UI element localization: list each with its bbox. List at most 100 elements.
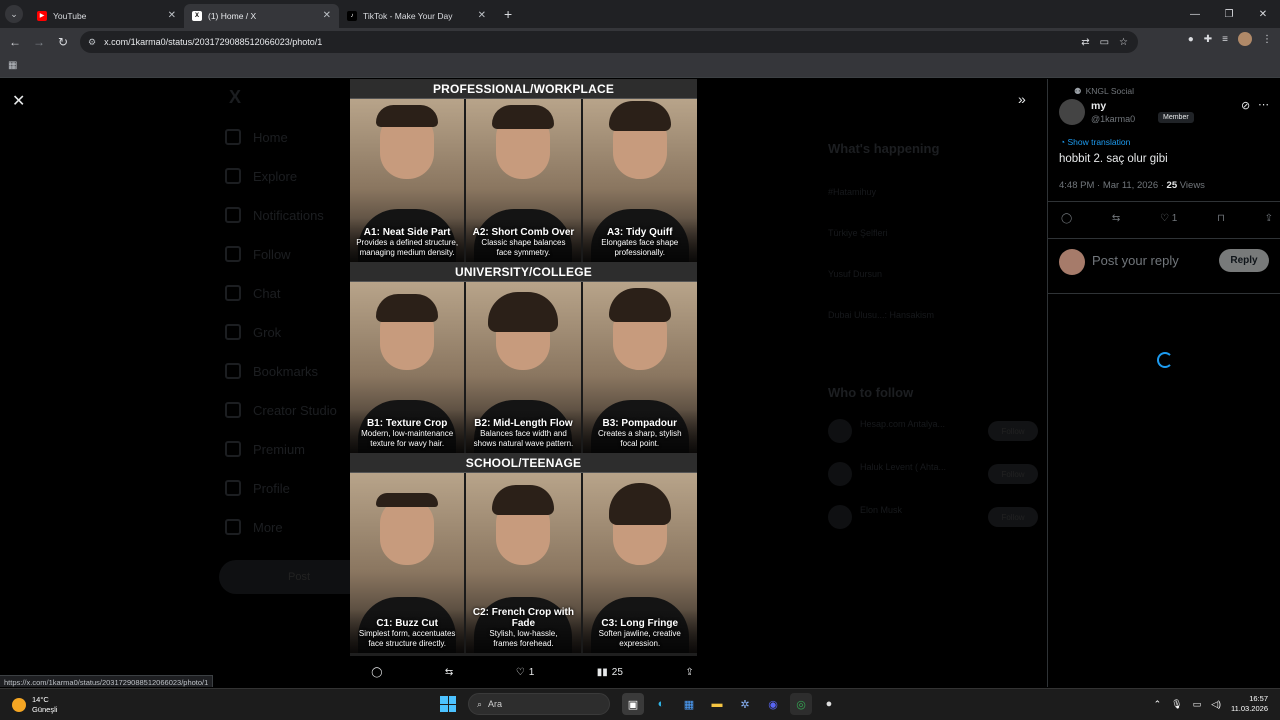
community-name: KNGL Social: [1085, 86, 1134, 96]
profile-avatar[interactable]: [1238, 32, 1252, 46]
reply-button[interactable]: Reply: [1219, 249, 1269, 272]
forward-icon[interactable]: →: [27, 35, 51, 49]
clock-date: 11.03.2026: [1231, 704, 1268, 713]
chrome-icon[interactable]: ◎: [790, 693, 812, 715]
settings-icon[interactable]: ✲: [734, 693, 756, 715]
trend-item: Yusuf Dursun: [828, 269, 883, 279]
extension-icon[interactable]: ●: [1188, 34, 1194, 45]
file-explorer-icon[interactable]: ▬: [706, 693, 728, 715]
tab-tiktok[interactable]: ♪ TikTok - Make Your Day ✕: [339, 4, 494, 28]
style-cell-a3: A3: Tidy Quiff Elongates face shape profes…: [582, 99, 697, 262]
task-view-icon[interactable]: ▣: [622, 693, 644, 715]
suggestion-name: Hesap.com Antalya...: [860, 419, 946, 429]
nav-bookmarks: Bookmarks: [225, 363, 318, 379]
app-icon[interactable]: ●: [818, 693, 840, 715]
loading-spinner-icon: [1157, 352, 1173, 368]
minimize-icon[interactable]: —: [1178, 0, 1212, 28]
style-desc: professionally.: [614, 248, 666, 257]
link-status-bar: https://x.com/1karma0/status/20317290885…: [0, 675, 214, 687]
discord-icon[interactable]: ◉: [762, 693, 784, 715]
nav-label: Grok: [253, 324, 282, 340]
microphone-icon[interactable]: 🎙: [1171, 699, 1182, 710]
post-views: 25: [1166, 180, 1178, 191]
store-icon[interactable]: ▦: [678, 693, 700, 715]
style-cell-a1: A1: Neat Side Part Provides a defined str…: [350, 99, 465, 262]
views-button[interactable]: ▮▮ 25: [597, 667, 623, 678]
chevron-up-icon[interactable]: ⌃: [1154, 699, 1162, 710]
cast-icon[interactable]: ▭: [1100, 37, 1109, 48]
nav-premium: Premium: [225, 441, 305, 457]
translate-icon[interactable]: ⇄: [1081, 37, 1089, 48]
search-placeholder: Ara: [488, 699, 503, 709]
tab-x-home[interactable]: X (1) Home / X ✕: [184, 3, 339, 28]
style-title: A1: Neat Side Part: [363, 227, 451, 238]
bar-chart-icon: ▮▮: [596, 666, 608, 678]
bookmarks-bar: ▦: [0, 56, 1280, 78]
clock[interactable]: 16:57 11.03.2026: [1231, 694, 1268, 714]
network-icon[interactable]: ▭: [1193, 699, 1202, 710]
divider: [1048, 238, 1280, 239]
nav-grok: Grok: [225, 324, 281, 340]
url-text[interactable]: x.com/1karma0/status/2031729088512066023…: [104, 37, 322, 47]
show-translation-link[interactable]: ◔ Show translation: [1060, 137, 1130, 147]
post-time[interactable]: 4:48 PM · Mar 11, 2026 ·: [1059, 180, 1167, 191]
more-icon[interactable]: ⋯: [1258, 98, 1269, 111]
post-meta: 4:48 PM · Mar 11, 2026 · 25 Views: [1059, 180, 1205, 191]
youtube-icon: ▶: [37, 10, 47, 21]
views-label: Views: [1177, 180, 1205, 191]
author-avatar[interactable]: [1059, 99, 1085, 125]
apps-grid-icon[interactable]: ▦: [8, 60, 17, 71]
tab-search-button[interactable]: ⌄: [5, 5, 23, 23]
share-icon[interactable]: ⇪: [685, 667, 693, 678]
edge-icon[interactable]: ◐: [650, 693, 672, 715]
new-tab-button[interactable]: +: [504, 6, 512, 22]
like-button[interactable]: ♡ 1: [516, 667, 535, 678]
extensions-puzzle-icon[interactable]: ✚: [1204, 34, 1212, 45]
restore-icon[interactable]: ❐: [1212, 0, 1246, 28]
reply-input[interactable]: Post your reply: [1092, 253, 1179, 268]
like-button[interactable]: ♡ 1: [1160, 213, 1177, 224]
style-desc: Balances face width and: [480, 429, 567, 438]
close-photo-icon[interactable]: ✕: [12, 91, 25, 111]
reply-icon[interactable]: ◯: [1061, 213, 1072, 224]
avatar: [828, 462, 852, 486]
grok-icon[interactable]: ⊘: [1241, 99, 1250, 112]
close-tab-icon[interactable]: ✕: [168, 10, 176, 21]
repost-icon[interactable]: ⇆: [445, 667, 453, 678]
taskbar-search[interactable]: ⌕ Ara: [468, 693, 610, 715]
nav-label: More: [253, 519, 283, 535]
style-cell-a2: A2: Short Comb Over Classic shape balance…: [466, 99, 581, 262]
close-window-icon[interactable]: ✕: [1246, 0, 1280, 28]
close-tab-icon[interactable]: ✕: [478, 10, 486, 21]
share-icon[interactable]: ⇪: [1265, 213, 1273, 224]
section-title: PROFESSIONAL/WORKPLACE: [350, 79, 697, 99]
menu-kebab-icon[interactable]: ⋮: [1262, 34, 1272, 45]
post-photo[interactable]: PROFESSIONAL/WORKPLACE A1: Neat Side Par…: [350, 79, 697, 656]
tab-youtube[interactable]: ▶ YouTube ✕: [29, 4, 184, 28]
author-handle[interactable]: @1karma0: [1091, 114, 1135, 124]
reading-list-icon[interactable]: ≡: [1222, 34, 1228, 45]
close-tab-icon[interactable]: ✕: [323, 10, 331, 21]
repost-icon[interactable]: ⇆: [1112, 213, 1120, 224]
community-label[interactable]: ⚉ KNGL Social: [1074, 86, 1134, 97]
author-name[interactable]: my: [1091, 100, 1106, 112]
expand-sidebar-icon[interactable]: »: [1018, 91, 1026, 107]
weather-widget[interactable]: 14°C Güneşli: [12, 695, 57, 715]
nav-notifications: Notifications: [225, 207, 324, 223]
bookmark-star-icon[interactable]: ☆: [1119, 37, 1128, 48]
creator-icon: [225, 402, 241, 418]
site-info-icon[interactable]: ⚙: [88, 37, 96, 48]
reload-icon[interactable]: ↻: [51, 35, 75, 49]
nav-label: Chat: [253, 285, 281, 301]
windows-start-icon[interactable]: [440, 696, 456, 712]
volume-icon[interactable]: ◁): [1211, 699, 1221, 710]
follow-button: Follow: [988, 464, 1038, 484]
address-bar[interactable]: ⚙ x.com/1karma0/status/20317290885120660…: [80, 31, 1138, 53]
bookmark-icon[interactable]: ⊓: [1217, 213, 1225, 224]
follow-icon: [225, 246, 241, 262]
avatar: [828, 419, 852, 443]
style-title: A3: Tidy Quiff: [607, 227, 673, 238]
style-desc: Creates a sharp, stylish: [597, 429, 682, 438]
back-icon[interactable]: ←: [3, 35, 27, 49]
reply-icon[interactable]: ◯: [371, 667, 382, 678]
